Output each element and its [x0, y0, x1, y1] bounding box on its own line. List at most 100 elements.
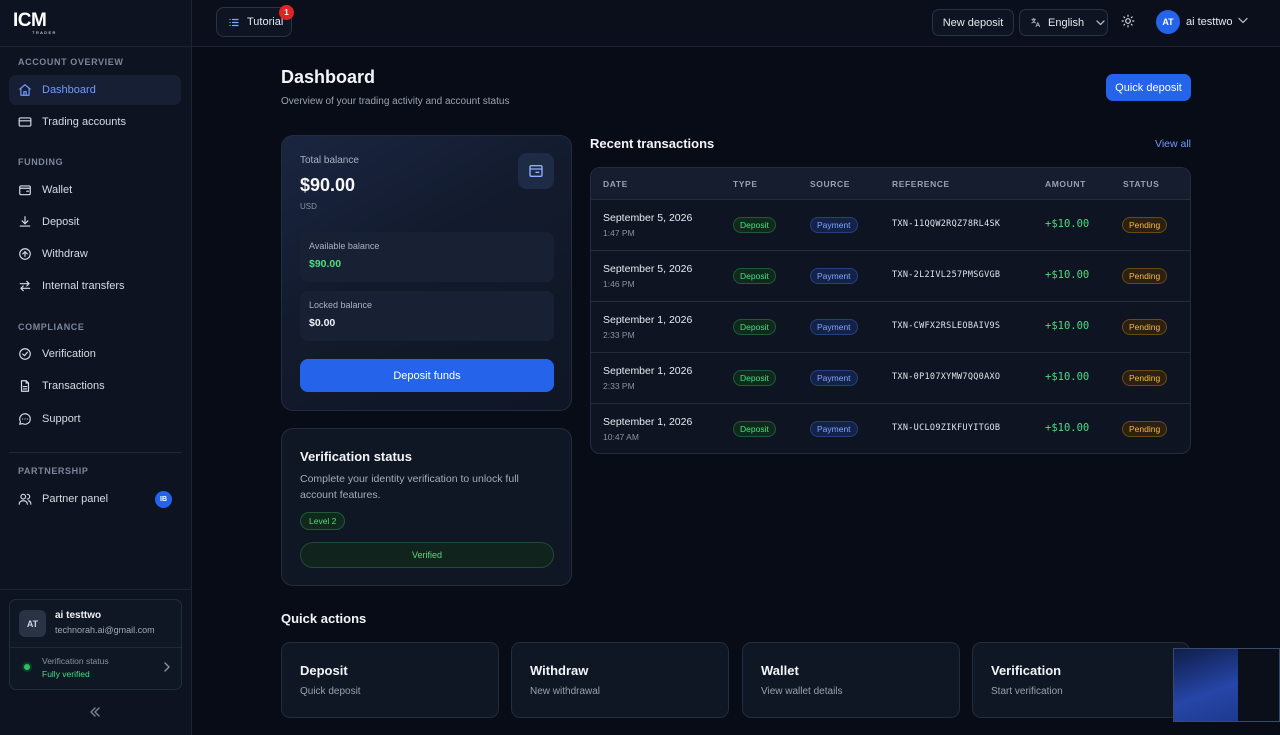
- quick-action-verification[interactable]: Verification Start verification: [972, 642, 1190, 718]
- quick-action-name: Deposit: [300, 663, 348, 678]
- sidebar-divider: [9, 452, 182, 453]
- status-badge: Pending: [1122, 421, 1168, 437]
- source-badge: Payment: [810, 319, 858, 335]
- quick-action-withdraw[interactable]: Withdraw New withdrawal: [511, 642, 729, 718]
- screen-preview-thumbnail[interactable]: [1173, 648, 1280, 722]
- tutorial-label: Tutorial: [247, 16, 284, 28]
- new-deposit-button[interactable]: New deposit: [932, 9, 1014, 36]
- table-row[interactable]: September 1, 2026 10:47 AM Deposit Payme…: [591, 404, 1190, 453]
- transaction-time: 2:33 PM: [603, 330, 635, 340]
- verification-title: Verification status: [300, 449, 412, 464]
- locked-balance-value: $0.00: [309, 317, 336, 329]
- table-row[interactable]: September 5, 2026 1:46 PM Deposit Paymen…: [591, 251, 1190, 302]
- card-icon: [18, 117, 32, 127]
- chevron-down-icon[interactable]: [1238, 17, 1248, 24]
- locked-balance-box: Locked balance $0.00: [300, 291, 554, 341]
- transaction-amount: +$10.00: [1045, 422, 1090, 434]
- arrow-up-circle-icon: [19, 248, 31, 260]
- table-row[interactable]: September 5, 2026 1:47 PM Deposit Paymen…: [591, 200, 1190, 251]
- sidebar-item-label: Wallet: [42, 184, 73, 196]
- check-circle-icon: [19, 348, 31, 360]
- transaction-time: 1:46 PM: [603, 279, 635, 289]
- sidebar-item-support[interactable]: Support: [9, 404, 181, 434]
- logo[interactable]: ICM TRADER: [0, 0, 191, 47]
- chat-icon: [19, 413, 31, 425]
- available-balance-value: $90.00: [309, 258, 342, 270]
- user-menu-name[interactable]: ai testtwo: [1186, 16, 1232, 28]
- deposit-funds-button[interactable]: Deposit funds: [300, 359, 554, 392]
- preview-right-panel: [1238, 649, 1279, 721]
- chevron-right-icon[interactable]: [163, 662, 171, 672]
- source-badge: Payment: [810, 268, 858, 284]
- sidebar-item-internal-transfers[interactable]: Internal transfers: [9, 271, 181, 301]
- column-header-source: SOURCE: [810, 179, 850, 189]
- source-badge: Payment: [810, 370, 858, 386]
- table-row[interactable]: September 1, 2026 2:33 PM Deposit Paymen…: [591, 353, 1190, 404]
- section-partnership: PARTNERSHIP: [18, 466, 89, 476]
- transfer-icon: [19, 280, 31, 292]
- sidebar-item-verification[interactable]: Verification: [9, 339, 181, 369]
- top-bar: Tutorial 1 New deposit English AT ai tes…: [192, 0, 1280, 47]
- preview-left-panel: [1174, 649, 1238, 721]
- verified-status-bar: Verified: [300, 542, 554, 568]
- sidebar-item-transactions[interactable]: Transactions: [9, 371, 181, 401]
- transaction-amount: +$10.00: [1045, 371, 1090, 383]
- table-row[interactable]: September 1, 2026 2:33 PM Deposit Paymen…: [591, 302, 1190, 353]
- transaction-amount: +$10.00: [1045, 320, 1090, 332]
- user-card[interactable]: AT ai testtwo technorah.ai@gmail.com Ver…: [9, 599, 182, 690]
- total-balance-label: Total balance: [300, 155, 359, 166]
- locked-balance-label: Locked balance: [309, 300, 373, 310]
- quick-action-name: Withdraw: [530, 663, 589, 678]
- sidebar-item-dashboard[interactable]: Dashboard: [9, 75, 181, 105]
- quick-action-subtitle: View wallet details: [761, 686, 843, 697]
- verification-description: Complete your identity verification to u…: [300, 473, 519, 501]
- transaction-time: 10:47 AM: [603, 432, 639, 442]
- quick-action-name: Wallet: [761, 663, 799, 678]
- sidebar-item-label: Withdraw: [42, 248, 88, 260]
- partner-badge: IB: [155, 491, 172, 508]
- quick-deposit-button[interactable]: Quick deposit: [1106, 74, 1191, 101]
- transaction-amount: +$10.00: [1045, 218, 1090, 230]
- quick-action-wallet[interactable]: Wallet View wallet details: [742, 642, 960, 718]
- quick-action-deposit[interactable]: Deposit Quick deposit: [281, 642, 499, 718]
- sidebar: ICM TRADER ACCOUNT OVERVIEW Dashboard Tr…: [0, 0, 192, 735]
- download-icon: [19, 216, 31, 227]
- transaction-date: September 5, 2026: [603, 263, 693, 275]
- transaction-date: September 1, 2026: [603, 416, 693, 428]
- logo-subtext: TRADER: [32, 30, 57, 35]
- user-email: technorah.ai@gmail.com: [55, 625, 155, 635]
- document-icon: [20, 380, 30, 392]
- list-icon: [229, 18, 239, 26]
- wallet-icon: [19, 185, 31, 196]
- sidebar-item-label: Dashboard: [42, 84, 96, 96]
- sidebar-item-label: Trading accounts: [42, 116, 126, 128]
- quick-action-name: Verification: [991, 663, 1062, 678]
- transaction-time: 2:33 PM: [603, 381, 635, 391]
- translate-icon: [1031, 17, 1041, 28]
- transaction-reference: TXN-UCLO9ZIKFUYITGOB: [892, 423, 1001, 433]
- available-balance-label: Available balance: [309, 241, 380, 251]
- sidebar-item-label: Deposit: [42, 216, 80, 228]
- column-header-date: DATE: [603, 179, 628, 189]
- user-card-divider: [10, 647, 181, 648]
- verification-status-label: Verification status: [42, 656, 109, 666]
- sun-icon[interactable]: [1121, 14, 1135, 28]
- transactions-table: DATE TYPE SOURCE REFERENCE AMOUNT STATUS…: [590, 167, 1191, 454]
- sidebar-item-withdraw[interactable]: Withdraw: [9, 239, 181, 269]
- transaction-amount: +$10.00: [1045, 269, 1090, 281]
- sidebar-item-partner-panel[interactable]: Partner panel IB: [9, 484, 181, 514]
- sidebar-item-trading-accounts[interactable]: Trading accounts: [9, 107, 181, 137]
- avatar[interactable]: AT: [1156, 10, 1180, 34]
- sidebar-item-wallet[interactable]: Wallet: [9, 175, 181, 205]
- quick-action-subtitle: Start verification: [991, 686, 1063, 697]
- transaction-time: 1:47 PM: [603, 228, 635, 238]
- sidebar-item-deposit[interactable]: Deposit: [9, 207, 181, 237]
- view-all-link[interactable]: View all: [1155, 138, 1191, 150]
- notification-badge: 1: [279, 5, 294, 20]
- column-header-amount: AMOUNT: [1045, 179, 1086, 189]
- language-select[interactable]: English: [1019, 9, 1108, 36]
- column-header-type: TYPE: [733, 179, 758, 189]
- sidebar-item-label: Partner panel: [42, 493, 109, 505]
- collapse-sidebar-icon[interactable]: [89, 706, 101, 718]
- transaction-date: September 1, 2026: [603, 314, 693, 326]
